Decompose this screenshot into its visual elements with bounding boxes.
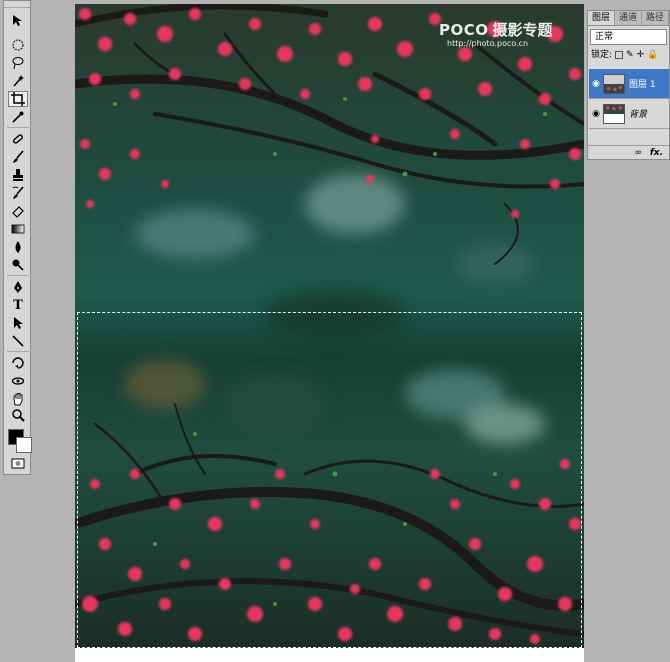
brush-tool-icon[interactable]: [8, 149, 28, 165]
link-icon[interactable]: ∞: [634, 148, 642, 158]
path-selection-tool-icon[interactable]: [8, 315, 28, 331]
lock-position-icon[interactable]: ✛: [637, 48, 645, 62]
visibility-eye-icon[interactable]: ◉: [589, 109, 603, 119]
layer-thumbnail: [603, 73, 625, 94]
clone-stamp-tool-icon[interactable]: [8, 167, 28, 183]
fx-icon[interactable]: fx.: [650, 148, 663, 158]
layers-footer: ∞ fx.: [588, 145, 669, 159]
hand-tool-icon[interactable]: [8, 391, 28, 407]
marquee-selection[interactable]: [77, 312, 582, 648]
tool-separator: [7, 127, 29, 128]
lock-all-icon[interactable]: 🔒: [647, 48, 658, 62]
gradient-tool-icon[interactable]: [8, 221, 28, 237]
line-tool-icon[interactable]: [8, 333, 28, 349]
watermark-brand: POCO: [439, 21, 489, 39]
layer-name: 背景: [629, 110, 648, 120]
marquee-tool-icon[interactable]: [8, 37, 28, 53]
lock-transparency-icon[interactable]: [615, 51, 624, 59]
tool-separator: [7, 275, 29, 276]
magic-wand-tool-icon[interactable]: [8, 73, 28, 89]
lock-pixels-icon[interactable]: ✎: [626, 48, 634, 62]
blur-tool-icon[interactable]: [8, 239, 28, 255]
watermark-url: http://photo.poco.cn: [447, 39, 529, 48]
history-brush-tool-icon[interactable]: [8, 185, 28, 201]
move-tool-icon[interactable]: [8, 13, 28, 29]
healing-brush-tool-icon[interactable]: [8, 131, 28, 147]
type-tool-glyph: T: [13, 297, 23, 313]
quick-mask-icon[interactable]: [8, 455, 28, 471]
palette-grip[interactable]: [4, 1, 30, 8]
layers-panel: 图层 通道 路径 正常 锁定: ✎ ✛ 🔒 ◉ 图层 1 ◉ 背景 ∞ fx.: [587, 10, 670, 160]
visibility-eye-icon[interactable]: ◉: [589, 79, 603, 89]
watermark: POCO 摄影专题 http://photo.poco.cn: [439, 22, 553, 48]
tab-channels[interactable]: 通道: [615, 11, 642, 25]
pen-tool-icon[interactable]: [8, 279, 28, 295]
lock-row: 锁定: ✎ ✛ 🔒: [588, 48, 669, 62]
lasso-tool-icon[interactable]: [8, 55, 28, 71]
3d-orbit-tool-icon[interactable]: [8, 373, 28, 389]
3d-rotate-tool-icon[interactable]: [8, 355, 28, 371]
layer-row-layer1[interactable]: ◉ 图层 1: [589, 69, 669, 99]
eraser-tool-icon[interactable]: [8, 203, 28, 219]
tool-separator: [7, 351, 29, 352]
tools-palette: T: [3, 0, 32, 475]
type-tool-icon[interactable]: T: [8, 297, 28, 313]
tab-layers[interactable]: 图层: [588, 11, 615, 25]
dodge-tool-icon[interactable]: [8, 257, 28, 273]
crop-tool-icon[interactable]: [8, 91, 28, 107]
zoom-tool-icon[interactable]: [8, 407, 28, 423]
eyedropper-tool-icon[interactable]: [8, 109, 28, 125]
panel-tabs: 图层 通道 路径: [588, 11, 669, 26]
layer-name: 图层 1: [629, 80, 656, 90]
tab-paths[interactable]: 路径: [642, 11, 669, 25]
layer-row-background[interactable]: ◉ 背景: [589, 99, 669, 129]
layer-thumbnail: [603, 103, 625, 124]
lock-label: 锁定:: [591, 50, 613, 60]
blend-mode-select[interactable]: 正常: [590, 29, 667, 45]
document-canvas[interactable]: POCO 摄影专题 http://photo.poco.cn: [75, 4, 584, 662]
background-color-swatch[interactable]: [16, 437, 32, 453]
watermark-subtitle: 摄影专题: [492, 21, 553, 39]
